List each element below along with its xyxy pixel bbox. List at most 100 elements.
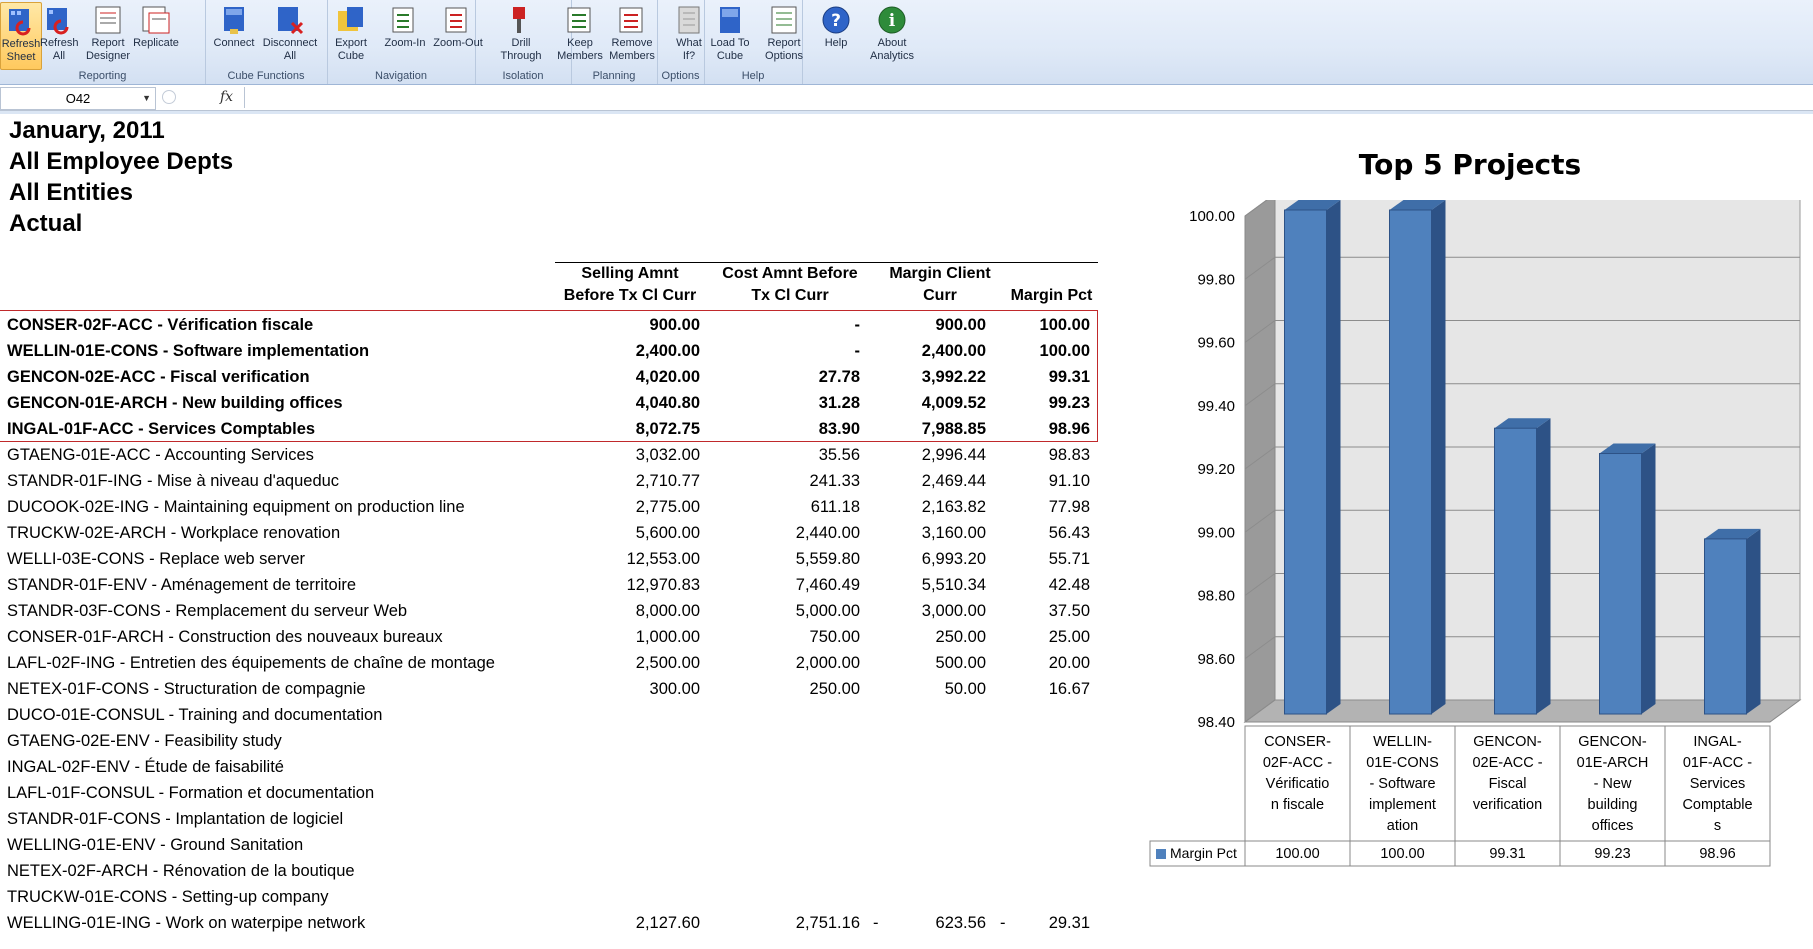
table-row[interactable]: STANDR-03F-CONS - Remplacement du serveu…	[0, 598, 1100, 624]
drill-through-button[interactable]: Drill Through	[496, 2, 546, 68]
cost-amount-cell: 27.78	[818, 368, 860, 386]
table-row[interactable]: WELLIN-01E-CONS - Software implementatio…	[0, 338, 1100, 364]
selling-amount-cell: 12,970.83	[626, 576, 700, 594]
report-options-button[interactable]: Report Options	[760, 2, 808, 68]
column-header-margin-pct: Margin Pct	[1005, 263, 1098, 307]
table-row[interactable]: STANDR-01F-ENV - Aménagement de territoi…	[0, 572, 1100, 598]
column-header-line: Before Tx Cl Curr	[563, 287, 697, 304]
table-row[interactable]: GENCON-01E-ARCH - New building offices 4,…	[0, 390, 1100, 416]
disconnect-all-button[interactable]: Disconnect All	[258, 2, 322, 68]
x-tick-label: WELLIN-	[1373, 734, 1432, 750]
margin-pct-cell: 56.43	[1048, 524, 1090, 542]
cost-amount-cell: 5,559.80	[795, 550, 860, 568]
export-cube-button[interactable]: Export Cube	[328, 2, 374, 68]
export-cube-label: Export Cube	[335, 37, 367, 62]
table-row[interactable]: CONSER-02F-ACC - Vérification fiscale 900…	[0, 312, 1100, 338]
project-name-cell: WELLING-01E-ENV - Ground Sanitation	[7, 836, 304, 854]
margin-amount-cell: 7,988.85	[921, 420, 986, 438]
table-row[interactable]: TRUCKW-01E-CONS - Setting-up company	[0, 884, 1100, 910]
refresh-all-icon	[47, 8, 69, 35]
table-row[interactable]: DUCOOK-02E-ING - Maintaining equipment o…	[0, 494, 1100, 520]
about-analytics-button[interactable]: i About Analytics	[864, 2, 920, 68]
group-label-planning: Planning	[592, 70, 636, 82]
table-row[interactable]: STANDR-01F-CONS - Implantation de logici…	[0, 806, 1100, 832]
table-row[interactable]: WELLING-01E-ING - Work on waterpipe netw…	[0, 910, 1100, 936]
table-row[interactable]: GTAENG-01E-ACC - Accounting Services 3,03…	[0, 442, 1100, 468]
margin-pct-cell: 37.50	[1048, 602, 1090, 620]
project-name-cell: INGAL-02F-ENV - Étude de faisabilité	[7, 758, 284, 776]
cost-amount-cell: 35.56	[818, 446, 860, 464]
project-name-cell: GENCON-01E-ARCH - New building offices	[7, 394, 343, 412]
table-row[interactable]: INGAL-02F-ENV - Étude de faisabilité	[0, 754, 1100, 780]
table-row[interactable]: WELLING-01E-ENV - Ground Sanitation	[0, 832, 1100, 858]
bar	[1599, 453, 1642, 715]
table-row[interactable]: LAFL-01F-CONSUL - Formation et documenta…	[0, 780, 1100, 806]
project-name-cell: TRUCKW-02E-ARCH - Workplace renovation	[7, 524, 341, 542]
bar	[1284, 209, 1327, 715]
cell-reference: O42	[65, 91, 91, 106]
report-period: January, 2011	[9, 117, 165, 144]
table-row[interactable]: CONSER-01F-ARCH - Construction des nouve…	[0, 624, 1100, 650]
replicate-button[interactable]: Replicate	[130, 2, 182, 68]
margin-pct-cell: 91.10	[1048, 472, 1090, 490]
chart-side-wall	[1244, 200, 1276, 723]
margin-amount-cell: 500.00	[935, 654, 986, 672]
column-header-line: Margin Pct	[1010, 287, 1093, 304]
remove-members-button[interactable]: Remove Members	[604, 2, 660, 68]
project-name-cell: STANDR-01F-ING - Mise à niveau d'aqueduc	[7, 472, 340, 490]
table-row[interactable]: WELLI-03E-CONS - Replace web server 12,55…	[0, 546, 1100, 572]
column-header-cost: Cost Amnt Before Tx Cl Curr	[710, 263, 870, 307]
table-row[interactable]: INGAL-01F-ACC - Services Comptables 8,072…	[0, 416, 1100, 442]
zoom-in-icon	[392, 7, 414, 33]
x-tick-label: Comptable	[1682, 797, 1752, 813]
keep-members-icon	[567, 7, 591, 33]
report-options-label: Report Options	[765, 37, 803, 62]
replicate-label: Replicate	[133, 37, 179, 49]
connect-button[interactable]: Connect	[208, 2, 260, 68]
load-to-cube-button[interactable]: Load To Cube	[708, 2, 752, 68]
y-tick-label: 99.80	[1197, 271, 1235, 288]
cost-amount-cell: 83.90	[818, 420, 860, 438]
y-tick-label: 99.60	[1197, 335, 1235, 352]
fx-icon[interactable]: fx	[220, 89, 233, 105]
disconnect-all-icon	[278, 7, 304, 35]
table-row[interactable]: DUCO-01E-CONSUL - Training and documenta…	[0, 702, 1100, 728]
zoom-in-button[interactable]: Zoom-In	[380, 2, 430, 68]
name-box[interactable]: O42 ▼	[0, 87, 156, 110]
table-row[interactable]: GTAENG-02E-ENV - Feasibility study	[0, 728, 1100, 754]
margin-amount-cell: 2,400.00	[921, 342, 986, 360]
remove-members-icon	[619, 7, 643, 33]
refresh-sheet-icon	[9, 9, 31, 36]
help-button[interactable]: ? Help	[814, 2, 858, 68]
legend-label: Margin Pct	[1170, 845, 1237, 861]
table-row[interactable]: STANDR-01F-ING - Mise à niveau d'aqueduc…	[0, 468, 1100, 494]
column-header-line: Tx Cl Curr	[751, 287, 829, 304]
what-if-button[interactable]: What If?	[672, 2, 706, 68]
load-to-cube-icon	[720, 7, 740, 33]
formula-input[interactable]	[244, 87, 1813, 108]
group-label-navigation: Navigation	[375, 70, 427, 82]
table-row[interactable]: TRUCKW-02E-ARCH - Workplace renovation 5,…	[0, 520, 1100, 546]
zoom-out-icon	[445, 7, 467, 33]
keep-members-button[interactable]: Keep Members	[554, 2, 606, 68]
chevron-down-icon[interactable]: ▼	[142, 88, 151, 109]
bar-side	[1326, 200, 1341, 714]
table-row[interactable]: NETEX-02F-ARCH - Rénovation de la boutiq…	[0, 858, 1100, 884]
table-row[interactable]: NETEX-01F-CONS - Structuration de compag…	[0, 676, 1100, 702]
zoom-out-button[interactable]: Zoom-Out	[430, 2, 486, 68]
cost-amount-cell: 5,000.00	[795, 602, 860, 620]
table-row[interactable]: GENCON-02E-ACC - Fiscal verification 4,02…	[0, 364, 1100, 390]
column-header-line: Selling Amnt	[581, 265, 679, 282]
refresh-all-button[interactable]: Refresh All	[40, 2, 79, 68]
cost-amount-cell: 611.18	[810, 498, 860, 516]
group-label-options: Options	[661, 70, 700, 82]
table-row[interactable]: LAFL-02F-ING - Entretien des équipements…	[0, 650, 1100, 676]
refresh-sheet-button[interactable]: Refresh Sheet	[0, 2, 42, 70]
x-tick-label: verification	[1473, 797, 1542, 813]
selling-amount-cell: 2,775.00	[635, 498, 700, 516]
column-header-line: Margin Client	[889, 265, 991, 282]
x-tick-label: - New	[1594, 776, 1632, 792]
margin-pct-cell: 42.48	[1048, 576, 1090, 594]
report-designer-button[interactable]: Report Designer	[84, 2, 132, 68]
margin-pct-cell: 25.00	[1048, 628, 1090, 646]
